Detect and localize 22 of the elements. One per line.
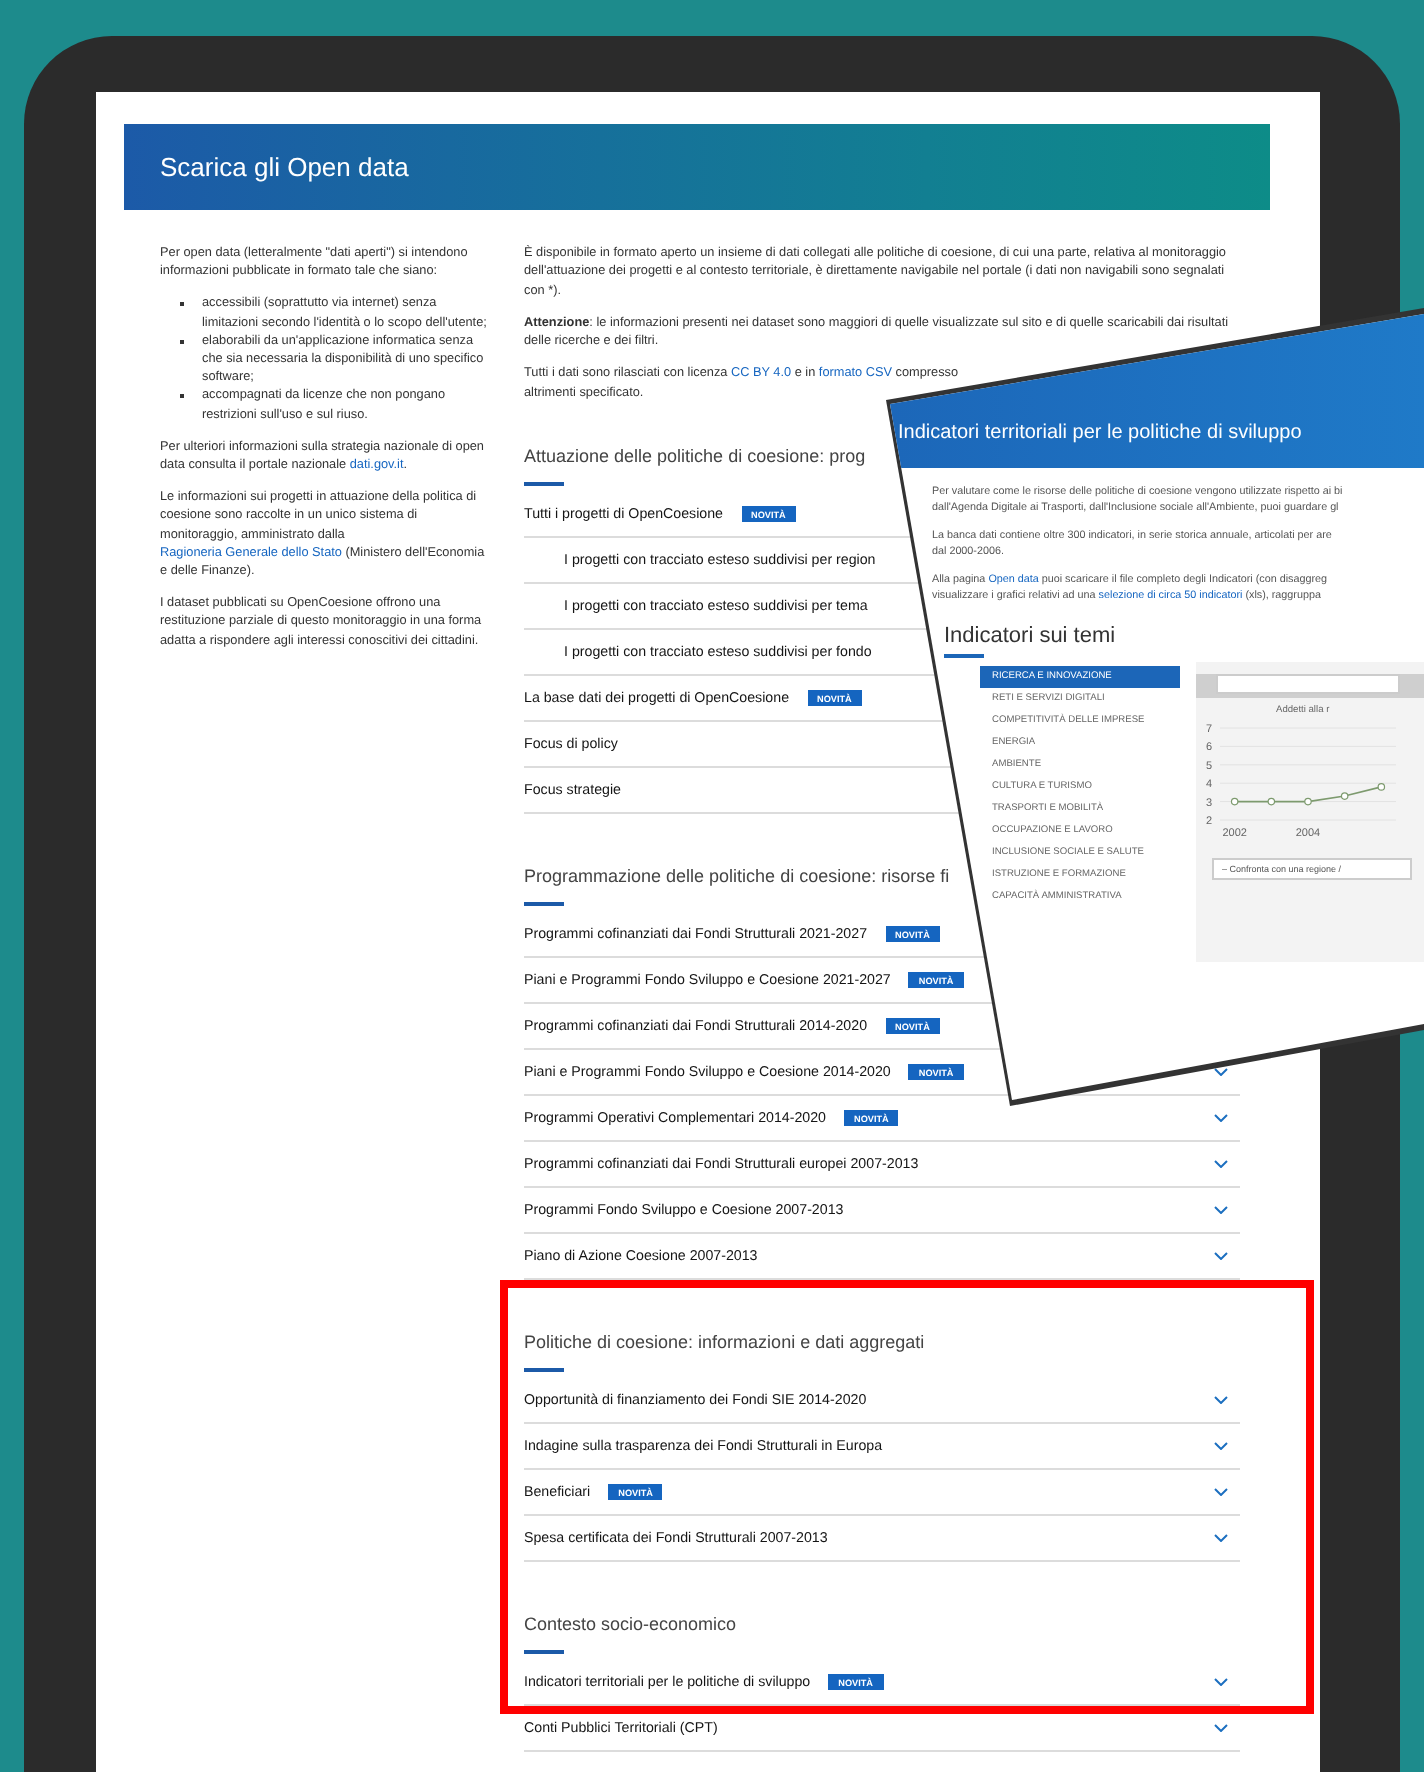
chevron-down-icon	[1214, 1206, 1228, 1215]
data-point	[1267, 797, 1276, 806]
chevron-down-icon	[1214, 1114, 1228, 1123]
section-heading: Politiche di coesione: informazioni e dati aggregati	[524, 1330, 925, 1357]
chevron-down-icon	[1214, 1160, 1228, 1169]
chevron-down-icon	[1214, 1252, 1228, 1261]
chevron-down-icon	[1214, 1534, 1228, 1543]
data-point	[1340, 792, 1349, 800]
section-heading: Attuazione delle politiche di coesione: prog	[524, 444, 866, 471]
data-point	[1377, 783, 1386, 791]
chevron-down-icon	[1214, 1396, 1228, 1405]
page-title: Scarica gli Open data	[160, 152, 409, 182]
chevron-down-icon	[1214, 1068, 1228, 1077]
chevron-down-icon	[1214, 1488, 1228, 1497]
chevron-down-icon	[1214, 1442, 1228, 1451]
section-heading: Contesto socio-economico	[524, 1612, 737, 1639]
chevron-down-icon	[1214, 1724, 1228, 1733]
section-heading: Programmazione delle politiche di coesione: risorse fi	[524, 864, 950, 891]
data-point	[1304, 797, 1312, 806]
chevron-down-icon	[1214, 1678, 1228, 1687]
search-field[interactable]	[1216, 674, 1400, 694]
data-point	[1230, 797, 1239, 806]
